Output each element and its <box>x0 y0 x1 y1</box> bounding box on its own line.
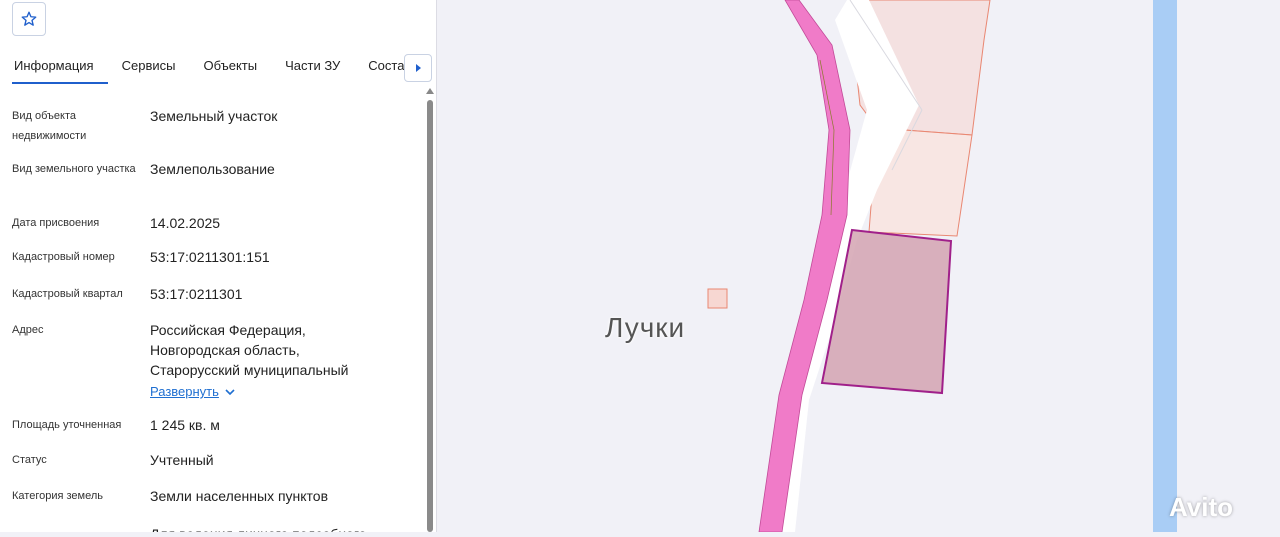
info-label: Кадастровый квартал <box>12 288 123 300</box>
map-canvas[interactable] <box>437 0 1280 533</box>
info-value: 1 245 кв. м <box>150 417 220 433</box>
star-icon <box>21 11 37 26</box>
address-line-2: Новгородская область, <box>150 342 300 358</box>
info-panel: Информация Сервисы Объекты Части ЗУ Сост… <box>0 0 437 532</box>
cadastral-map[interactable]: Лучки Avito <box>437 0 1280 533</box>
tab-services[interactable]: Сервисы <box>108 48 190 84</box>
chevron-down-icon <box>225 389 235 396</box>
tabs-scroll-right-button[interactable] <box>404 54 432 82</box>
tab-objects[interactable]: Объекты <box>189 48 271 84</box>
tab-bar: Информация Сервисы Объекты Части ЗУ Сост… <box>0 48 411 84</box>
info-label: Дата присвоения <box>12 217 100 229</box>
caret-right-icon <box>416 64 421 72</box>
info-label: Вид земельного участка <box>12 163 136 175</box>
info-value: 53:17:0211301 <box>150 286 243 302</box>
panel-scrollbar[interactable] <box>426 88 434 532</box>
tab-information[interactable]: Информация <box>0 48 108 84</box>
expand-label: Развернуть <box>150 384 219 399</box>
scroll-up-arrow-icon[interactable] <box>426 88 434 94</box>
water-strip <box>1153 0 1177 532</box>
info-label: Кадастровый номер <box>12 251 115 263</box>
address-expand-link[interactable]: Развернуть <box>150 382 415 402</box>
tab-parcel-parts[interactable]: Части ЗУ <box>271 48 354 84</box>
small-structure <box>707 288 728 309</box>
info-label: Категория земель <box>12 490 103 502</box>
info-label: Адрес <box>12 324 44 336</box>
info-value: Для ведения личного подсобного <box>150 524 415 532</box>
info-value: 14.02.2025 <box>150 215 221 231</box>
avito-watermark: Avito <box>1169 492 1234 522</box>
info-value: Земли населенных пунктов <box>150 488 329 504</box>
info-value: 53:17:0211301:151 <box>150 249 270 265</box>
info-label: Вид объекта недвижимости <box>12 110 87 142</box>
place-label: Лучки <box>605 312 686 343</box>
info-label: Статус <box>12 454 47 466</box>
scroll-thumb[interactable] <box>427 100 433 532</box>
info-value: Земельный участок <box>150 108 278 124</box>
info-label: Площадь уточненная <box>12 419 122 431</box>
favorite-button[interactable] <box>12 2 46 36</box>
info-value: Землепользование <box>150 161 275 177</box>
address-line-1: Российская Федерация, <box>150 322 306 338</box>
info-value: Учтенный <box>150 452 214 468</box>
address-line-3: Старорусский муниципальный <box>150 362 349 378</box>
